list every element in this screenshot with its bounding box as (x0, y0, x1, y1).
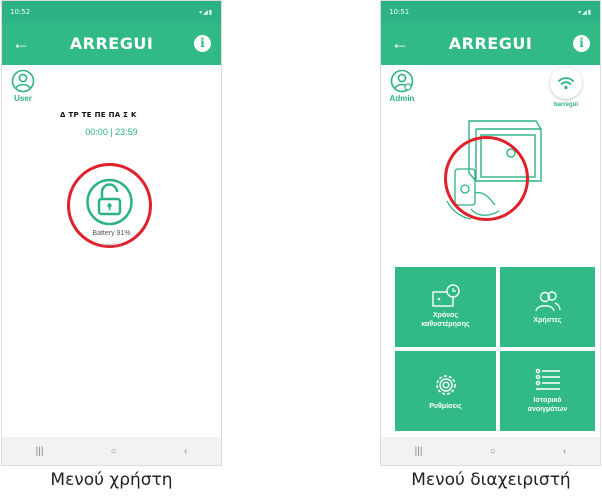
status-bar: 10:52 ▾◢▮ (2, 1, 221, 23)
app-logo: ARREGUI (448, 34, 533, 53)
wifi-button[interactable] (550, 67, 582, 99)
history-tile-label-1: Ιστορικό (533, 397, 562, 405)
info-icon[interactable]: i (573, 35, 590, 52)
status-time: 10:52 (10, 8, 31, 16)
wifi-network-name: barregui (553, 102, 578, 108)
recent-apps-icon[interactable]: ||| (36, 446, 44, 457)
delay-tile-label-1: Χρόνος (432, 312, 459, 320)
delay-time-tile[interactable]: Χρόνος καθυστέρησης (395, 267, 496, 347)
nav-back-icon[interactable]: ‹ (184, 446, 187, 457)
weekday-schedule: Δ ΤΡ ΤΕ ΠΕ ΠΑ Σ Κ (60, 111, 137, 119)
role-label: Admin (389, 94, 415, 103)
device-id: Coffre01_2 (101, 242, 122, 247)
time-range: 00:00 | 23:59 (85, 127, 138, 137)
admin-menu-caption: Μενού διαχειριστή (411, 470, 571, 490)
admin-phone-screen: 10:51 ▾◢▮ ← ARREGUI i Admin barregui Χρό… (380, 0, 601, 466)
android-nav-bar: ||| ○ ‹ (2, 437, 221, 465)
app-bar: ← ARREGUI i (2, 23, 221, 65)
highlight-circle (444, 136, 529, 221)
info-icon[interactable]: i (194, 35, 211, 52)
users-tile[interactable]: Χρήστες (500, 267, 595, 347)
battery-level: Battery 91% (92, 230, 131, 237)
users-tile-label: Χρήστες (533, 316, 562, 324)
app-logo: ARREGUI (69, 34, 154, 53)
home-icon[interactable]: ○ (490, 446, 496, 457)
android-nav-bar: ||| ○ ‹ (381, 437, 600, 465)
settings-tile[interactable]: Ρυθμίσεις (395, 351, 496, 431)
status-icons: ▾◢▮ (199, 8, 213, 16)
recent-apps-icon[interactable]: ||| (415, 446, 423, 457)
status-bar: 10:51 ▾◢▮ (381, 1, 600, 23)
status-icons: ▾◢▮ (578, 8, 592, 16)
status-time: 10:51 (389, 8, 410, 16)
admin-avatar-icon (390, 69, 414, 93)
delay-tile-label-2: καθυστέρησης (421, 321, 470, 328)
users-icon (534, 290, 561, 311)
user-menu-caption: Μενού χρήστη (50, 470, 173, 490)
wifi-icon (558, 77, 574, 90)
padlock-open-icon (97, 183, 122, 216)
app-bar: ← ARREGUI i (381, 23, 600, 65)
admin-role-badge: Admin (387, 69, 417, 103)
list-icon (535, 368, 560, 390)
user-phone-screen: 10:52 ▾◢▮ ← ARREGUI i User Δ ΤΡ ΤΕ ΠΕ ΠΑ… (1, 0, 222, 466)
history-tile[interactable]: Ιστορικό ανοιγμάτων (500, 351, 595, 431)
nav-back-icon[interactable]: ‹ (563, 446, 566, 457)
admin-menu-grid: Χρόνος καθυστέρησης Χρήστες Ρυθμίσεις Ισ… (395, 267, 595, 433)
delay-clock-icon (431, 284, 460, 307)
user-role-badge: User (8, 69, 38, 103)
history-tile-label-2: ανοιγμάτων (527, 406, 568, 413)
settings-tile-label: Ρυθμίσεις (429, 402, 462, 410)
home-icon[interactable]: ○ (111, 446, 117, 457)
role-label: User (14, 94, 32, 103)
user-avatar-icon (11, 69, 35, 93)
gear-icon (435, 374, 456, 395)
